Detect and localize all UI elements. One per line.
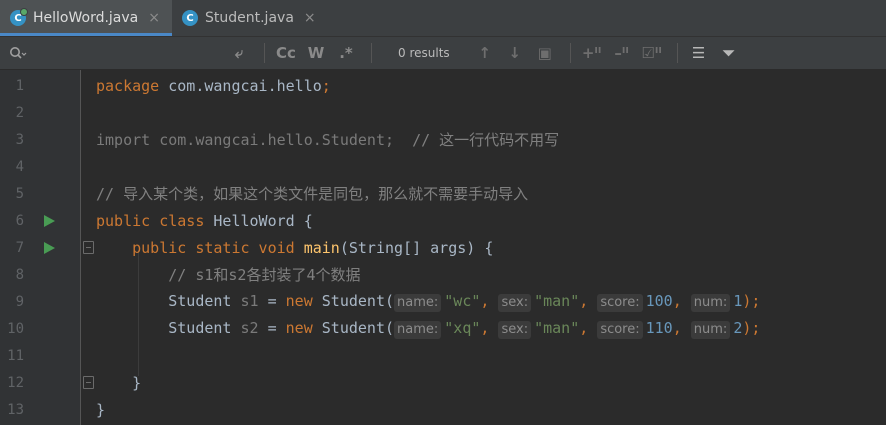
param-hint: name: bbox=[394, 320, 442, 339]
code-text: } bbox=[96, 400, 106, 419]
close-icon[interactable]: × bbox=[304, 10, 316, 26]
tab-helloword[interactable]: C HelloWord.java × bbox=[0, 0, 172, 36]
next-occurrence-icon[interactable]: ↓ bbox=[502, 41, 528, 65]
code-line: 7 public static void main(String[] args)… bbox=[0, 234, 886, 261]
line-number: 13 bbox=[7, 401, 24, 418]
code-text: Student s2 = new Student(name: "xq", sex:… bbox=[96, 318, 761, 339]
tab-label: HelloWord.java bbox=[33, 10, 139, 26]
param-hint: score: bbox=[597, 293, 643, 312]
select-all-occurrences-icon[interactable]: ▣ bbox=[532, 41, 558, 65]
param-hint: num: bbox=[690, 293, 731, 312]
line-number: 5 bbox=[15, 185, 24, 202]
tab-label: Student.java bbox=[205, 10, 294, 26]
run-class-icon[interactable] bbox=[44, 215, 55, 227]
param-hint: sex: bbox=[498, 320, 532, 339]
search-input[interactable] bbox=[36, 37, 226, 69]
param-hint: sex: bbox=[498, 293, 532, 312]
remove-selection-icon[interactable]: –ᴵᴵ bbox=[609, 41, 635, 65]
previous-occurrence-icon[interactable]: ↑ bbox=[472, 41, 498, 65]
filter-icon[interactable]: ⏷ bbox=[716, 41, 742, 65]
line-number: 12 bbox=[7, 374, 24, 391]
line-number: 4 bbox=[15, 158, 24, 175]
line-number: 8 bbox=[15, 266, 24, 283]
select-all-icon[interactable]: ☑ᴵᴵ bbox=[639, 41, 665, 65]
code-comment: // 导入某个类，如果这个类文件是同包，那么就不需要手动导入 bbox=[96, 185, 529, 203]
line-number: 10 bbox=[7, 320, 24, 337]
add-selection-icon[interactable]: +ᴵᴵ bbox=[579, 41, 605, 65]
code-line: 4 bbox=[0, 153, 886, 180]
close-icon[interactable]: × bbox=[148, 10, 160, 26]
toolbar-divider bbox=[676, 43, 678, 63]
results-count: 0 results bbox=[398, 46, 450, 60]
java-class-icon: C bbox=[182, 10, 198, 26]
fold-icon[interactable] bbox=[83, 376, 94, 389]
line-number: 7 bbox=[15, 239, 24, 256]
regex-button[interactable]: .* bbox=[333, 41, 359, 65]
match-case-button[interactable]: Cc bbox=[273, 41, 299, 65]
line-number: 3 bbox=[15, 131, 24, 148]
run-main-icon[interactable] bbox=[44, 242, 55, 254]
code-text: public static void main(String[] args) { bbox=[96, 238, 494, 257]
param-hint: score: bbox=[597, 320, 643, 339]
tab-student[interactable]: C Student.java × bbox=[172, 0, 328, 36]
code-line: 9 Student s1 = new Student(name: "wc", se… bbox=[0, 288, 886, 315]
line-number: 2 bbox=[15, 104, 24, 121]
toolbar-divider bbox=[569, 43, 571, 63]
line-number: 1 bbox=[15, 77, 24, 94]
code-editor[interactable]: 1 package com.wangcai.hello; 2 3 import … bbox=[0, 70, 886, 425]
context-icon[interactable]: ☰ bbox=[686, 41, 712, 65]
whole-words-button[interactable]: W bbox=[303, 41, 329, 65]
code-comment: // s1和s2各封装了4个数据 bbox=[96, 266, 361, 284]
code-line: 5 // 导入某个类，如果这个类文件是同包，那么就不需要手动导入 bbox=[0, 180, 886, 207]
code-line: 12 } bbox=[0, 369, 886, 396]
find-toolbar: ⤶ Cc W .* 0 results ↑ ↓ ▣ +ᴵᴵ –ᴵᴵ ☑ᴵᴵ ☰ … bbox=[0, 37, 886, 70]
code-line: 13 } bbox=[0, 396, 886, 423]
line-number: 11 bbox=[7, 347, 24, 364]
code-line: 11 bbox=[0, 342, 886, 369]
java-class-icon: C bbox=[10, 8, 28, 26]
param-hint: name: bbox=[394, 293, 442, 312]
line-number: 6 bbox=[15, 212, 24, 229]
code-line: 2 bbox=[0, 99, 886, 126]
code-line: 3 import com.wangcai.hello.Student; // 这… bbox=[0, 126, 886, 153]
code-line: 6 public class HelloWord { bbox=[0, 207, 886, 234]
code-text: } bbox=[96, 373, 142, 392]
code-text: import com.wangcai.hello.Student; // 这一行… bbox=[96, 131, 560, 149]
search-icon[interactable] bbox=[0, 46, 36, 60]
editor-tab-bar: C HelloWord.java × C Student.java × bbox=[0, 0, 886, 37]
toolbar-divider bbox=[371, 43, 372, 63]
code-text: package com.wangcai.hello; bbox=[96, 76, 331, 95]
code-line: 1 package com.wangcai.hello; bbox=[0, 72, 886, 99]
param-hint: num: bbox=[690, 320, 731, 339]
fold-icon[interactable] bbox=[83, 241, 94, 254]
code-text: Student s1 = new Student(name: "wc", sex:… bbox=[96, 291, 761, 312]
runnable-badge-icon bbox=[20, 8, 28, 16]
new-line-icon[interactable]: ⤶ bbox=[226, 41, 252, 65]
code-text: public class HelloWord { bbox=[96, 211, 313, 230]
code-line: 8 // s1和s2各封装了4个数据 bbox=[0, 261, 886, 288]
line-number: 9 bbox=[15, 293, 24, 310]
toolbar-divider bbox=[264, 43, 265, 63]
code-line: 10 Student s2 = new Student(name: "xq", s… bbox=[0, 315, 886, 342]
